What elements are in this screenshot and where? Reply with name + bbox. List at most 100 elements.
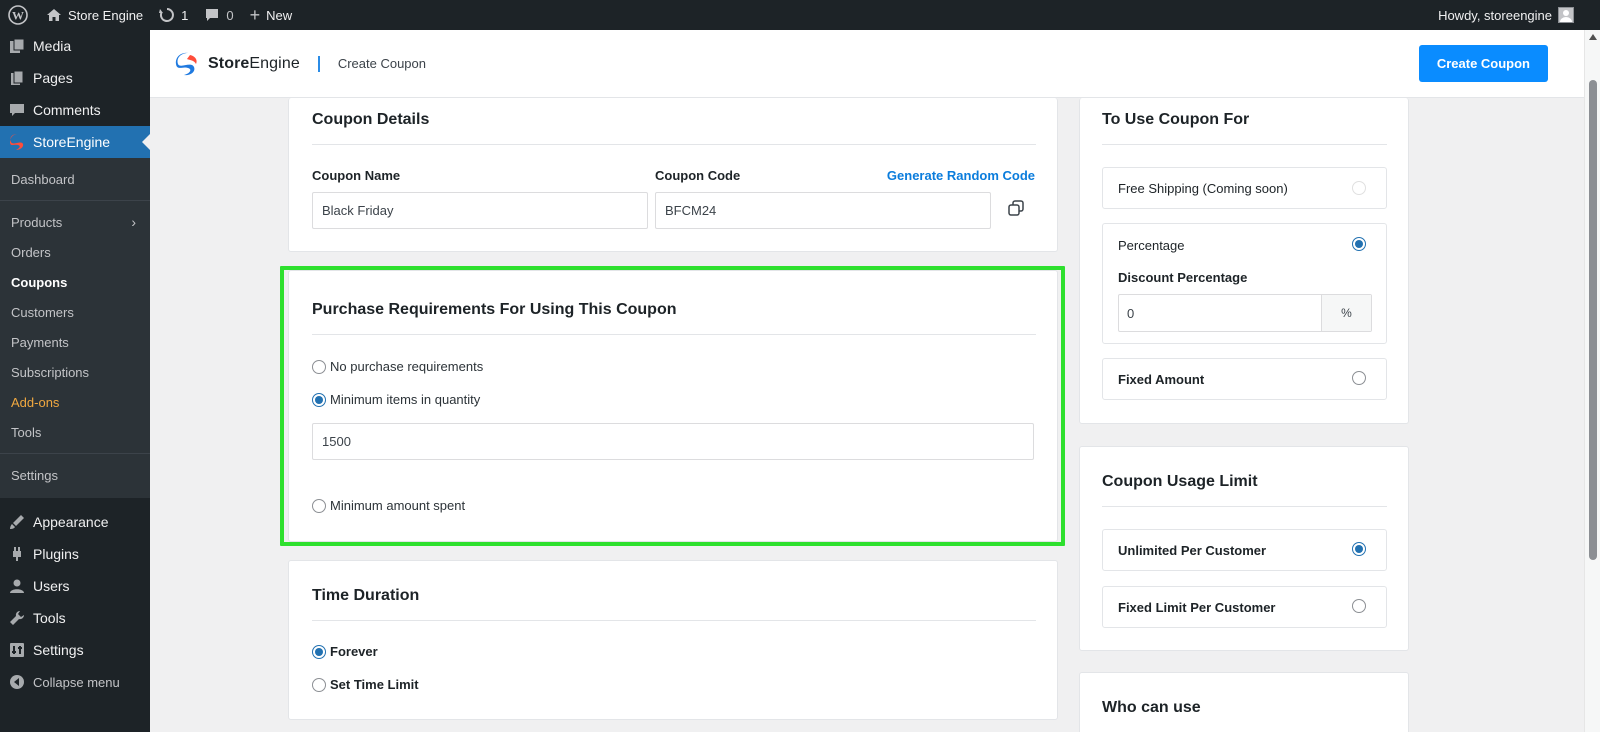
coupon-name-input[interactable]: Black Friday	[312, 192, 648, 229]
usage-limit-card: Coupon Usage Limit Unlimited Per Custome…	[1079, 446, 1409, 651]
submenu-tools[interactable]: Tools	[0, 417, 150, 447]
radio-fixed-limit[interactable]	[1352, 599, 1366, 613]
option-percentage[interactable]: Percentage Discount Percentage 0 %	[1102, 223, 1387, 344]
coupon-details-title: Coupon Details	[312, 111, 430, 128]
submenu-dashboard[interactable]: Dashboard	[0, 164, 150, 194]
copy-icon[interactable]	[1007, 199, 1025, 222]
percentage-label: Percentage	[1118, 238, 1185, 253]
submenu-divider	[0, 200, 150, 201]
scrollbar-thumb[interactable]	[1589, 80, 1597, 560]
chevron-right-icon: ›	[131, 214, 136, 230]
submenu-customers[interactable]: Customers	[0, 297, 150, 327]
updates-icon	[159, 8, 175, 22]
coupon-code-input[interactable]: BFCM24	[655, 192, 991, 229]
unlimited-label: Unlimited Per Customer	[1118, 543, 1267, 558]
menu-item-tools[interactable]: Tools	[0, 602, 150, 634]
radio-no-requirements[interactable]	[312, 359, 326, 374]
min-items-input[interactable]: 1500	[312, 423, 1034, 460]
media-icon	[8, 37, 26, 55]
discount-percentage-label: Discount Percentage	[1118, 270, 1248, 285]
menu-item-settings[interactable]: Settings	[0, 634, 150, 666]
radio-fixed-amount[interactable]	[1352, 371, 1366, 385]
page-scrollbar[interactable]	[1584, 30, 1600, 732]
menu-label-users: Users	[33, 578, 70, 594]
submenu-addons[interactable]: Add-ons	[0, 387, 150, 417]
menu-item-appearance[interactable]: Appearance	[0, 506, 150, 538]
brand-name-regular: Engine	[249, 54, 300, 72]
radio-unlimited[interactable]	[1352, 542, 1366, 556]
page-title: Create Coupon	[337, 56, 426, 71]
brand: StoreEngine	[174, 51, 300, 77]
fixed-amount-label: Fixed Amount	[1118, 372, 1205, 387]
usage-limit-title: Coupon Usage Limit	[1102, 473, 1258, 490]
home-icon	[47, 9, 61, 21]
submenu-products-label: Products	[11, 214, 63, 230]
avatar	[1558, 7, 1574, 23]
coupon-details-card: Coupon Details Coupon Name Black Friday …	[288, 98, 1058, 252]
collapse-menu-button[interactable]: Collapse menu	[0, 666, 150, 698]
option-set-time-limit[interactable]: Set Time Limit	[312, 677, 419, 692]
storeengine-icon	[8, 133, 26, 151]
comment-bubble-icon	[206, 9, 219, 21]
discount-percentage-input[interactable]: 0	[1119, 295, 1321, 331]
who-can-use-title: Who can use	[1102, 699, 1201, 716]
use-coupon-for-card: To Use Coupon For Free Shipping (Coming …	[1079, 98, 1409, 424]
updates-link[interactable]: 1	[151, 0, 196, 30]
new-content-link[interactable]: + New	[242, 0, 301, 30]
generate-random-code-link[interactable]: Generate Random Code	[887, 168, 1035, 183]
option-min-items[interactable]: Minimum items in quantity	[312, 392, 480, 407]
option-fixed-amount[interactable]: Fixed Amount	[1102, 358, 1387, 400]
site-name-link[interactable]: Store Engine	[38, 0, 151, 30]
wordpress-logo-icon[interactable]: W	[0, 0, 38, 30]
create-coupon-button[interactable]: Create Coupon	[1418, 45, 1548, 82]
submenu-orders[interactable]: Orders	[0, 237, 150, 267]
settings-icon	[8, 641, 26, 659]
radio-set-time-limit[interactable]	[312, 677, 326, 692]
option-no-requirements[interactable]: No purchase requirements	[312, 359, 483, 374]
divider	[1102, 144, 1387, 145]
lower-menu: Appearance Plugins Users Tools Settings	[0, 498, 150, 698]
menu-item-comments[interactable]: Comments	[0, 94, 150, 126]
radio-min-items[interactable]	[312, 392, 326, 407]
scroll-up-arrow-icon[interactable]	[1589, 34, 1597, 40]
radio-percentage[interactable]	[1352, 237, 1366, 251]
fixed-limit-label: Fixed Limit Per Customer	[1118, 600, 1276, 615]
menu-label-plugins: Plugins	[33, 546, 79, 562]
radio-forever[interactable]	[312, 644, 326, 659]
menu-item-pages[interactable]: Pages	[0, 62, 150, 94]
comments-count: 0	[226, 7, 234, 23]
updates-count: 1	[181, 7, 189, 23]
submenu-subscriptions[interactable]: Subscriptions	[0, 357, 150, 387]
percent-suffix: %	[1321, 295, 1371, 331]
menu-label-comments: Comments	[33, 102, 101, 118]
submenu-settings[interactable]: Settings	[0, 460, 150, 490]
option-fixed-limit-per-customer[interactable]: Fixed Limit Per Customer	[1102, 586, 1387, 628]
submenu-coupons[interactable]: Coupons	[0, 267, 150, 297]
option-free-shipping[interactable]: Free Shipping (Coming soon)	[1102, 167, 1387, 209]
coupon-name-label: Coupon Name	[312, 168, 401, 183]
divider	[312, 144, 1036, 145]
menu-item-plugins[interactable]: Plugins	[0, 538, 150, 570]
radio-min-amount[interactable]	[312, 498, 326, 513]
menu-label-media: Media	[33, 38, 72, 54]
brand-name: StoreEngine	[208, 55, 300, 73]
option-unlimited-per-customer[interactable]: Unlimited Per Customer	[1102, 529, 1387, 571]
storeengine-logo-icon	[174, 51, 200, 77]
free-shipping-label: Free Shipping (Coming soon)	[1118, 181, 1288, 196]
menu-item-media[interactable]: Media	[0, 30, 150, 62]
submenu-products[interactable]: Products ›	[0, 207, 150, 237]
option-forever-label: Forever	[330, 644, 378, 659]
radio-free-shipping[interactable]	[1352, 181, 1366, 195]
submenu-payments[interactable]: Payments	[0, 327, 150, 357]
menu-item-storeengine[interactable]: StoreEngine	[0, 126, 150, 158]
option-min-items-label: Minimum items in quantity	[330, 392, 481, 407]
option-min-amount[interactable]: Minimum amount spent	[312, 498, 465, 513]
storeengine-submenu: Dashboard Products › Orders Coupons Cust…	[0, 158, 150, 498]
comments-link[interactable]: 0	[196, 0, 241, 30]
purchase-requirements-card: Purchase Requirements For Using This Cou…	[288, 270, 1058, 542]
my-account[interactable]: Howdy, storeengine	[1430, 0, 1600, 30]
option-forever[interactable]: Forever	[312, 644, 378, 659]
menu-item-users[interactable]: Users	[0, 570, 150, 602]
divider	[1102, 506, 1387, 507]
use-coupon-for-title: To Use Coupon For	[1102, 111, 1250, 128]
